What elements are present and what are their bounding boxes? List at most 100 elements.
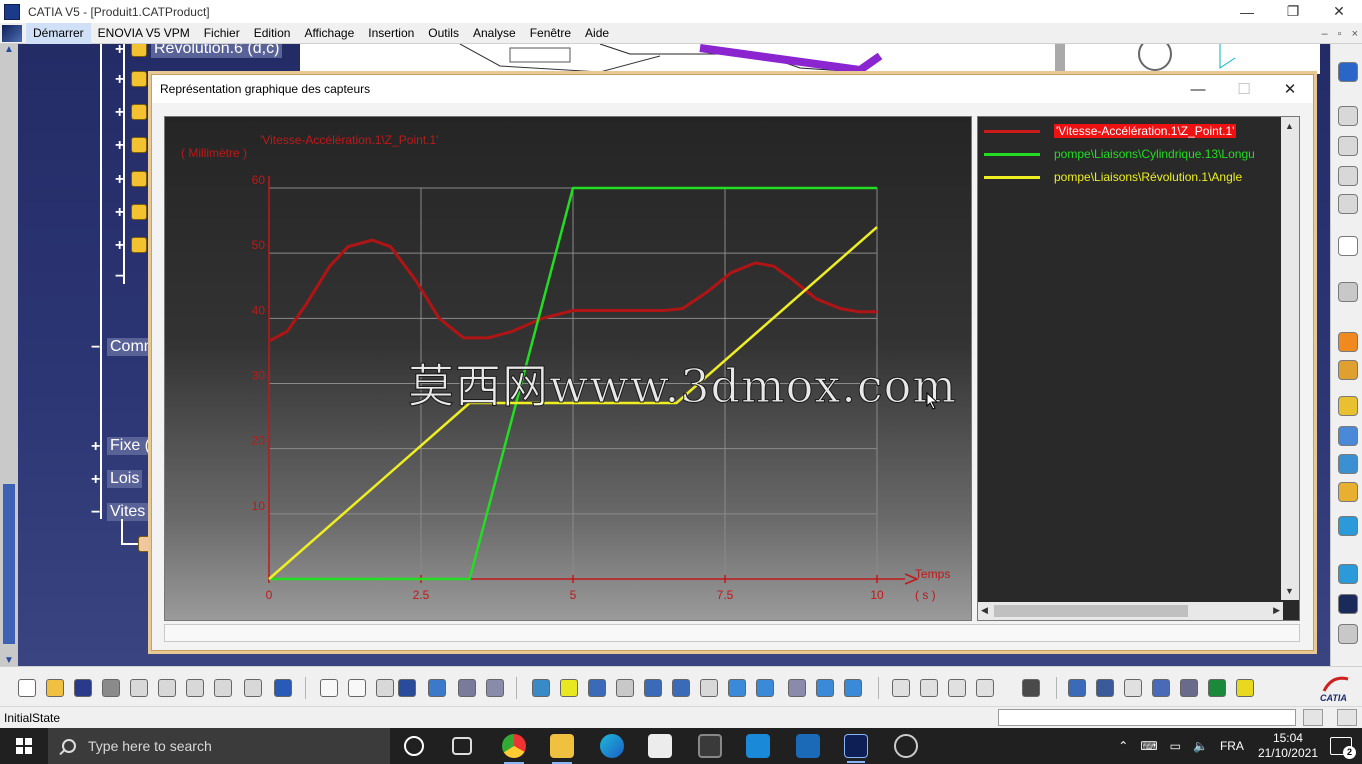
constraint-icon[interactable]: [892, 679, 910, 697]
open-folder-icon[interactable]: [46, 679, 64, 697]
tree-expand-icon[interactable]: [428, 679, 446, 697]
joint-icon[interactable]: [1338, 360, 1358, 380]
mail-icon[interactable]: [796, 734, 820, 758]
catalog-icon[interactable]: [398, 679, 416, 697]
tree-scrollbar[interactable]: ▲ ▼: [0, 44, 18, 666]
component-icon[interactable]: [486, 679, 504, 697]
zoom-in-icon[interactable]: [644, 679, 662, 697]
explode-icon[interactable]: [948, 679, 966, 697]
sheet-icon[interactable]: [1338, 166, 1358, 186]
cortana-icon[interactable]: [404, 736, 424, 756]
store-icon[interactable]: [648, 734, 672, 758]
dialog-title-bar[interactable]: Représentation graphique des capteurs — …: [152, 75, 1313, 103]
dialog-close-button[interactable]: ✕: [1267, 75, 1313, 103]
tree-node[interactable]: +: [115, 71, 147, 87]
menu-analyse[interactable]: Analyse: [466, 23, 523, 44]
copy-icon[interactable]: [158, 679, 176, 697]
task-view-icon[interactable]: [452, 737, 472, 755]
target-icon[interactable]: [1068, 679, 1086, 697]
compass-icon[interactable]: [1338, 62, 1358, 82]
menu-enovia[interactable]: ENOVIA V5 VPM: [91, 23, 197, 44]
paste-icon[interactable]: [186, 679, 204, 697]
save-icon[interactable]: [74, 679, 92, 697]
file-explorer-icon[interactable]: [550, 734, 574, 764]
scroll-up-arrow-icon[interactable]: ▲: [4, 44, 14, 55]
scroll-right-arrow-icon[interactable]: ▶: [1273, 605, 1280, 616]
doc-minimize-button[interactable]: –: [1322, 28, 1328, 40]
forward-icon[interactable]: [1124, 679, 1142, 697]
dialog-minimize-button[interactable]: —: [1175, 75, 1221, 103]
menu-edition[interactable]: Edition: [247, 23, 298, 44]
tree-node[interactable]: +: [115, 104, 147, 120]
formula-icon[interactable]: [320, 679, 338, 697]
legend-hscroll-thumb[interactable]: [994, 605, 1188, 617]
film-icon[interactable]: [1338, 594, 1358, 614]
search-icon[interactable]: [1152, 679, 1170, 697]
new-file-icon[interactable]: [18, 679, 36, 697]
tree-node[interactable]: +: [115, 171, 147, 187]
simulation-icon[interactable]: [1338, 396, 1358, 416]
menu-fichier[interactable]: Fichier: [197, 23, 247, 44]
volume-icon[interactable]: 🔈: [1193, 739, 1208, 753]
help-icon[interactable]: [274, 679, 292, 697]
sensor-icon[interactable]: [1338, 426, 1358, 446]
clock[interactable]: 15:04 21/10/2021: [1258, 731, 1318, 761]
doc-restore-button[interactable]: ▫: [1338, 28, 1342, 40]
menu-affichage[interactable]: Affichage: [297, 23, 361, 44]
speed-icon[interactable]: [1338, 482, 1358, 502]
catia-taskbar-icon[interactable]: [844, 734, 868, 763]
doc-close-button[interactable]: ×: [1352, 28, 1358, 40]
tree-node[interactable]: +: [115, 204, 147, 220]
tree-node-revolution[interactable]: + Révolution.6 (d,c): [115, 44, 283, 58]
app-icon[interactable]: [746, 734, 770, 758]
undo-icon[interactable]: [214, 679, 232, 697]
start-button[interactable]: [0, 728, 48, 764]
ime-icon[interactable]: ⌨: [1140, 739, 1157, 753]
hide-show-icon[interactable]: [816, 679, 834, 697]
shield-icon[interactable]: [698, 734, 722, 758]
light-icon[interactable]: [1236, 679, 1254, 697]
catia-menu-icon[interactable]: [2, 24, 22, 42]
legend-horizontal-scrollbar[interactable]: ◀ ▶: [978, 602, 1283, 620]
fly-mode-icon[interactable]: [532, 679, 550, 697]
tree-node-commandes[interactable]: − Comm: [91, 338, 161, 356]
redo-icon[interactable]: [244, 679, 262, 697]
clash-icon[interactable]: [1338, 624, 1358, 644]
tree-node-vitesse[interactable]: − Vites: [91, 503, 149, 521]
legend-vertical-scrollbar[interactable]: ▲ ▼: [1281, 117, 1299, 600]
network-icon[interactable]: ▭: [1170, 739, 1181, 753]
law-icon[interactable]: [1338, 454, 1358, 474]
material-icon[interactable]: [1208, 679, 1226, 697]
menu-demarrer[interactable]: Démarrer: [26, 22, 91, 44]
menu-insertion[interactable]: Insertion: [361, 23, 421, 44]
tree-scrollbar-thumb[interactable]: [3, 484, 15, 644]
scroll-down-arrow-icon[interactable]: ▼: [1285, 586, 1294, 596]
edge-icon[interactable]: [600, 734, 624, 758]
sheet-icon[interactable]: [1338, 106, 1358, 126]
multi-view-icon[interactable]: [728, 679, 746, 697]
status-cancel-button[interactable]: [1337, 709, 1357, 726]
comment-icon[interactable]: [348, 679, 366, 697]
zoom-out-icon[interactable]: [672, 679, 690, 697]
minimize-button[interactable]: —: [1224, 0, 1270, 23]
notification-center-icon[interactable]: 2: [1330, 737, 1356, 759]
pan-icon[interactable]: [588, 679, 606, 697]
camera-icon[interactable]: [1022, 679, 1040, 697]
select-arrow-icon[interactable]: [1338, 236, 1358, 256]
tree-node[interactable]: −: [115, 269, 131, 285]
swap-space-icon[interactable]: [844, 679, 862, 697]
chrome-icon[interactable]: [502, 734, 526, 764]
menu-fenetre[interactable]: Fenêtre: [523, 23, 578, 44]
tree-node-lois[interactable]: + Lois: [91, 470, 143, 488]
maximize-button[interactable]: ❐: [1270, 0, 1316, 23]
close-button[interactable]: ✕: [1316, 0, 1362, 23]
legend-item[interactable]: pompe\Liaisons\Cylindrique.13\Longu: [984, 145, 1255, 163]
tree-node[interactable]: +: [115, 237, 147, 253]
scroll-left-arrow-icon[interactable]: ◀: [981, 605, 988, 616]
command-input[interactable]: [998, 709, 1296, 726]
rotate-icon[interactable]: [616, 679, 634, 697]
shading-icon[interactable]: [788, 679, 806, 697]
product-icon[interactable]: [458, 679, 476, 697]
gear-icon[interactable]: [1338, 282, 1358, 302]
knowledge-icon[interactable]: [376, 679, 394, 697]
